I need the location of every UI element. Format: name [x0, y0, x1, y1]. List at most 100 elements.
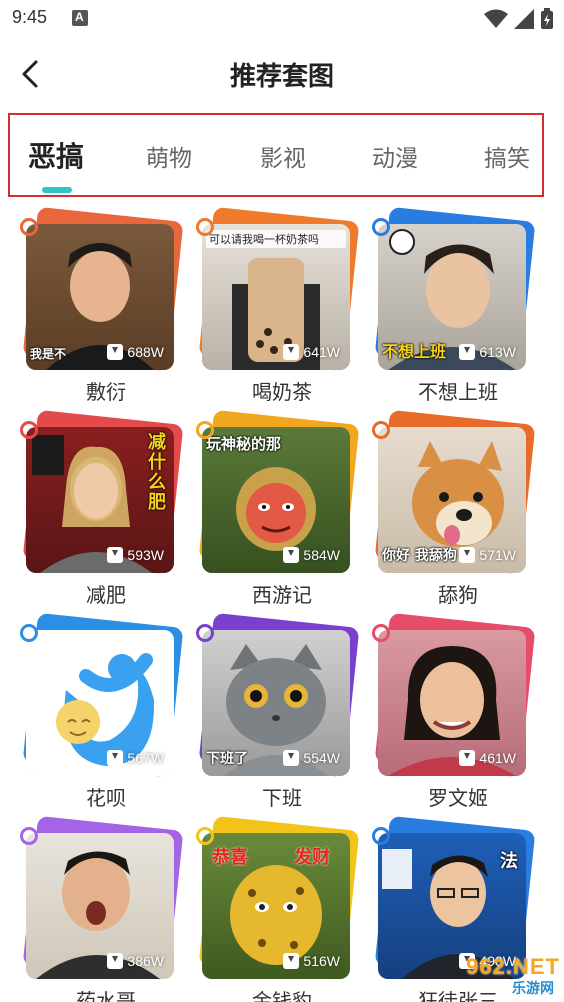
- tab-dongman[interactable]: 动漫: [372, 139, 418, 173]
- download-icon: [283, 344, 300, 360]
- card-photo: 减什么肥 593W: [26, 427, 174, 573]
- signal-icon: [514, 9, 534, 29]
- card-label: 喝奶茶: [252, 380, 312, 404]
- download-count-value: 593W: [127, 547, 164, 563]
- ring-icon: [372, 624, 390, 642]
- sticker-card[interactable]: 不想上班 613W 不想上班: [370, 206, 546, 410]
- card-caption: 你好 我舔狗: [382, 548, 457, 564]
- download-count: 571W: [459, 547, 516, 563]
- download-count-value: 554W: [303, 750, 340, 766]
- header: 推荐套图: [0, 36, 564, 112]
- notification-icon: [72, 10, 88, 26]
- card-caption: 玩神秘的那: [206, 435, 282, 453]
- card-label: 药水哥: [76, 989, 136, 1002]
- card-photo: 不想上班 613W: [378, 224, 526, 370]
- sticker-card[interactable]: 567W 花呗: [18, 612, 194, 816]
- download-count-value: 386W: [127, 953, 164, 969]
- card-photo: 386W: [26, 833, 174, 979]
- download-icon: [459, 547, 476, 563]
- download-count: 516W: [283, 953, 340, 969]
- download-count: 461W: [459, 750, 516, 766]
- card-caption: 下班了: [206, 751, 248, 767]
- watermark-sub: 乐游网: [512, 981, 554, 997]
- sticker-card[interactable]: 下班了 554W 下班: [194, 612, 370, 816]
- tab-indicator: [42, 187, 72, 193]
- card-photo: 可以请我喝一杯奶茶吗 641W: [202, 224, 350, 370]
- card-photo: 567W: [26, 630, 174, 776]
- tab-egao[interactable]: 恶搞: [28, 135, 84, 175]
- card-label: 下班: [262, 786, 302, 810]
- ring-icon: [196, 218, 214, 236]
- download-icon: [107, 953, 124, 969]
- ring-icon: [196, 624, 214, 642]
- download-icon: [283, 953, 300, 969]
- ring-icon: [20, 827, 38, 845]
- ring-icon: [20, 624, 38, 642]
- card-photo: 下班了 554W: [202, 630, 350, 776]
- download-count: 554W: [283, 750, 340, 766]
- tab-gaoxiao[interactable]: 搞笑: [484, 139, 530, 173]
- ring-icon: [372, 421, 390, 439]
- battery-icon: [541, 8, 553, 29]
- download-count: 386W: [107, 953, 164, 969]
- status-icons: [484, 8, 554, 30]
- card-label: 金钱豹: [252, 989, 312, 1002]
- download-count: 613W: [459, 344, 516, 360]
- download-count: 641W: [283, 344, 340, 360]
- download-icon: [107, 344, 124, 360]
- card-photo: 我是不 688W: [26, 224, 174, 370]
- sticker-card[interactable]: 你好 我舔狗 571W 舔狗: [370, 409, 546, 613]
- card-label: 舔狗: [438, 583, 478, 607]
- download-count: 688W: [107, 344, 164, 360]
- sticker-card[interactable]: 我是不 688W 敷衍: [18, 206, 194, 410]
- download-count-value: 613W: [479, 344, 516, 360]
- download-count-value: 584W: [303, 547, 340, 563]
- page-title: 推荐套图: [229, 62, 334, 92]
- category-tabs: 恶搞 萌物 影视 动漫 搞笑: [8, 113, 544, 197]
- ring-icon: [20, 218, 38, 236]
- download-icon: [283, 750, 300, 766]
- download-count: 593W: [107, 547, 164, 563]
- card-caption: 恭喜 发财: [212, 847, 331, 868]
- ring-icon: [372, 218, 390, 236]
- wifi-icon: [484, 9, 508, 28]
- card-photo: 你好 我舔狗 571W: [378, 427, 526, 573]
- tab-yingshi[interactable]: 影视: [260, 139, 306, 173]
- card-photo: 玩神秘的那 584W: [202, 427, 350, 573]
- download-count-value: 571W: [479, 547, 516, 563]
- download-count-value: 567W: [127, 750, 164, 766]
- ring-icon: [196, 421, 214, 439]
- sticker-card[interactable]: 减什么肥 593W 减肥: [18, 409, 194, 613]
- sticker-card[interactable]: 可以请我喝一杯奶茶吗 641W 喝奶茶: [194, 206, 370, 410]
- download-icon: [459, 344, 476, 360]
- download-icon: [107, 547, 124, 563]
- card-caption: 减什么肥: [148, 432, 166, 513]
- download-count: 567W: [107, 750, 164, 766]
- ring-icon: [196, 827, 214, 845]
- card-label: 减肥: [86, 583, 126, 607]
- download-icon: [283, 547, 300, 563]
- card-photo: 461W: [378, 630, 526, 776]
- card-caption: 可以请我喝一杯奶茶吗: [206, 230, 346, 248]
- ring-icon: [372, 827, 390, 845]
- card-caption: 法: [500, 851, 518, 872]
- tab-mengwu[interactable]: 萌物: [146, 139, 192, 173]
- card-caption: 不想上班: [382, 342, 447, 361]
- card-label: 罗文姬: [428, 786, 488, 810]
- sticker-card[interactable]: 461W 罗文姬: [370, 612, 546, 816]
- sticker-card[interactable]: 386W 药水哥: [18, 815, 194, 1002]
- card-label: 不想上班: [418, 380, 498, 404]
- sticker-card[interactable]: 玩神秘的那 584W 西游记: [194, 409, 370, 613]
- status-bar: 9:45: [0, 0, 564, 36]
- download-count: 584W: [283, 547, 340, 563]
- download-count-value: 641W: [303, 344, 340, 360]
- download-count-value: 516W: [303, 953, 340, 969]
- status-time: 9:45: [12, 7, 48, 27]
- watermark-text: 962.NET: [466, 954, 560, 979]
- download-icon: [107, 750, 124, 766]
- sticker-card[interactable]: 恭喜 发财 516W 金钱豹: [194, 815, 370, 1002]
- card-label: 西游记: [252, 583, 312, 607]
- card-caption: 我是不: [30, 347, 67, 361]
- watermark: 962.NET 乐游网: [420, 952, 560, 998]
- download-count-value: 461W: [479, 750, 516, 766]
